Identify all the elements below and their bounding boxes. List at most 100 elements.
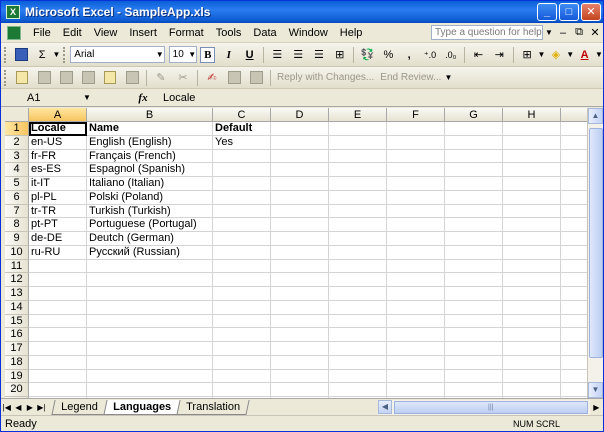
column-header-c[interactable]: C [213, 108, 271, 122]
grid-cell[interactable]: es-ES [29, 163, 87, 177]
row-header[interactable]: 2 [5, 135, 29, 150]
show-comment-icon[interactable] [100, 69, 120, 87]
row-header[interactable]: 9 [5, 232, 29, 246]
grid-cell[interactable] [29, 383, 87, 397]
scroll-right-arrow[interactable]: ▶ [590, 403, 603, 412]
reply-with-changes-button[interactable]: Reply with Changes... [274, 72, 377, 83]
horizontal-scrollbar[interactable]: ◀ ||| [378, 399, 590, 415]
grid-cell[interactable] [329, 218, 387, 232]
row-header[interactable]: 4 [5, 163, 29, 177]
grid-cell[interactable] [561, 287, 587, 301]
sheet-tab-legend[interactable]: Legend [51, 399, 108, 415]
grid-cell[interactable] [561, 163, 587, 177]
grid-cell[interactable] [503, 245, 561, 260]
grid-cell[interactable] [387, 163, 445, 177]
grid-cell[interactable] [387, 383, 445, 397]
grid-cell[interactable]: English (English) [87, 135, 213, 150]
grid-cell[interactable] [329, 300, 387, 315]
grid-cell[interactable] [445, 232, 503, 246]
grid-cell[interactable] [271, 218, 329, 232]
grid-cell[interactable] [561, 232, 587, 246]
grid-cell[interactable] [329, 342, 387, 356]
increase-decimal-button[interactable]: ⁺.0 [421, 46, 440, 64]
grid-cell[interactable] [87, 328, 213, 342]
grid-cell[interactable] [213, 218, 271, 232]
menu-view[interactable]: View [88, 27, 124, 39]
grid-cell[interactable] [271, 190, 329, 205]
row-header[interactable]: 17 [5, 342, 29, 356]
row-header[interactable]: 14 [5, 300, 29, 315]
grid-cell[interactable] [387, 259, 445, 274]
align-right-icon[interactable]: ☰ [310, 46, 329, 64]
reviewing-pane-icon[interactable] [246, 69, 266, 87]
grid-cell[interactable] [87, 300, 213, 315]
grid-cell[interactable] [329, 149, 387, 164]
grid-cell[interactable] [445, 273, 503, 287]
grid-cell[interactable] [503, 177, 561, 191]
merge-center-icon[interactable]: ⊞ [330, 46, 349, 64]
grid-cell[interactable] [271, 342, 329, 356]
grid-cell[interactable]: Polski (Poland) [87, 190, 213, 205]
grid-cell[interactable] [271, 259, 329, 274]
grid-cell[interactable] [387, 273, 445, 287]
previous-comment-icon[interactable] [56, 69, 76, 87]
help-search-input[interactable]: Type a question for help [431, 25, 543, 40]
title-bar[interactable]: X Microsoft Excel - SampleApp.xls _ □ ✕ [1, 1, 603, 23]
grid-cell[interactable] [445, 369, 503, 384]
row-header[interactable]: 3 [5, 149, 29, 164]
grid-cell[interactable]: Italiano (Italian) [87, 177, 213, 191]
grid-cell[interactable] [445, 287, 503, 301]
grid-cell[interactable] [387, 232, 445, 246]
grid-cell[interactable] [503, 218, 561, 232]
chevron-down-icon[interactable]: ▼ [53, 50, 61, 59]
grid-cell[interactable] [271, 122, 329, 136]
scroll-left-arrow[interactable]: ◀ [378, 400, 392, 414]
grid-cell[interactable] [503, 190, 561, 205]
delete-comment-icon[interactable]: ✂ [173, 69, 193, 87]
grid-cell[interactable] [29, 287, 87, 301]
grid-cell[interactable] [329, 355, 387, 370]
column-header-b[interactable]: B [87, 108, 213, 122]
row-header[interactable]: 10 [5, 245, 29, 260]
grid-cell[interactable] [561, 205, 587, 219]
grid-cell[interactable] [87, 314, 213, 329]
row-header[interactable]: 13 [5, 287, 29, 301]
chevron-down-icon[interactable]: ▼ [444, 73, 452, 82]
row-header[interactable]: 16 [5, 328, 29, 342]
italic-button[interactable]: I [219, 46, 238, 64]
minimize-button[interactable]: _ [537, 3, 557, 21]
grid-cell[interactable] [445, 259, 503, 274]
grid-cell[interactable] [503, 149, 561, 164]
grid-cell[interactable] [271, 163, 329, 177]
row-header[interactable]: 20 [5, 383, 29, 397]
grid-cell[interactable]: it-IT [29, 177, 87, 191]
decrease-decimal-button[interactable]: .0₀ [441, 46, 460, 64]
grid-cell[interactable] [561, 301, 587, 315]
grid-cell[interactable] [503, 122, 561, 136]
grid-cell[interactable] [503, 300, 561, 315]
grid-cell[interactable] [503, 369, 561, 384]
grid-cell[interactable] [387, 190, 445, 205]
menu-edit[interactable]: Edit [57, 27, 88, 39]
track-changes-icon[interactable]: ✎ [151, 69, 171, 87]
grid-cell[interactable] [503, 287, 561, 301]
grid-cell[interactable] [561, 273, 587, 287]
end-review-button[interactable]: End Review... [377, 72, 444, 83]
grid-cell[interactable] [387, 218, 445, 232]
select-all-corner[interactable] [5, 108, 29, 122]
scroll-up-arrow[interactable]: ▲ [588, 108, 603, 124]
grid-cell[interactable] [87, 287, 213, 301]
grid-cell[interactable] [387, 328, 445, 342]
menu-data[interactable]: Data [247, 27, 282, 39]
grid-cell[interactable] [213, 287, 271, 301]
align-center-icon[interactable]: ☰ [289, 46, 308, 64]
grid-cell[interactable] [445, 204, 503, 219]
underline-button[interactable]: U [240, 46, 259, 64]
grid-cell[interactable]: tr-TR [29, 204, 87, 219]
grid-cell[interactable] [387, 369, 445, 384]
grid-cell[interactable] [445, 314, 503, 329]
grid-cell[interactable]: Name [87, 122, 213, 136]
menu-help[interactable]: Help [334, 27, 369, 39]
grid-cell[interactable] [561, 342, 587, 356]
grid-cell[interactable] [271, 369, 329, 384]
